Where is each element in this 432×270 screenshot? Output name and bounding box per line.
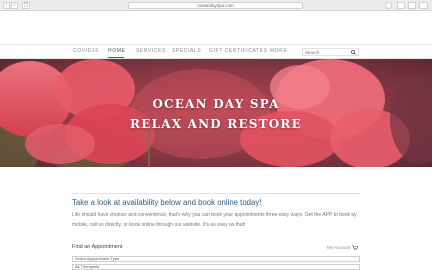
nav-item-covid19[interactable]: COVID19	[73, 48, 99, 54]
therapist-select[interactable]: All Therapists	[72, 264, 360, 270]
new-tab-icon[interactable]	[419, 2, 428, 9]
main-navigation: COVID19 HOME SERVICES SPECIALS GIFT CERT…	[0, 44, 432, 59]
search-input[interactable]	[305, 49, 349, 55]
nav-item-specials[interactable]: SPECIALS	[172, 48, 201, 54]
info-icon[interactable]	[385, 2, 392, 9]
address-bar[interactable]: oceandayspa.com	[128, 2, 303, 9]
share-icon[interactable]	[397, 2, 405, 9]
poppy-flowers-image	[0, 59, 432, 167]
section-divider	[72, 193, 360, 194]
hero-subtitle: RELAX AND RESTORE	[130, 117, 302, 131]
back-button[interactable]: ‹	[3, 2, 10, 9]
hero-banner: OCEAN DAY SPA RELAX AND RESTORE	[0, 59, 432, 167]
cart-icon[interactable]	[352, 245, 358, 250]
nav-item-services[interactable]: SERVICES	[136, 48, 166, 54]
appointment-type-select[interactable]: Select Appointment Type	[72, 256, 360, 262]
search-icon[interactable]	[351, 50, 356, 55]
sidebar-toggle-button[interactable]: ▢	[22, 2, 30, 9]
tabs-icon[interactable]	[408, 2, 416, 9]
nav-item-gift-certificates[interactable]: GIFT CERTIFICATES	[209, 48, 268, 54]
browser-toolbar: ‹ › ▢ oceandayspa.com	[0, 0, 432, 11]
nav-item-more[interactable]: MORE	[270, 48, 287, 54]
search-box[interactable]	[302, 48, 359, 56]
booking-description: Life should have choices and convenience…	[72, 212, 357, 228]
hero-title: OCEAN DAY SPA	[152, 97, 280, 111]
booking-headline: Take a look at availability below and bo…	[72, 198, 262, 207]
active-nav-underline	[108, 57, 124, 58]
nav-item-home[interactable]: HOME	[108, 48, 125, 54]
find-appointment-heading: Find an Appointment	[72, 244, 123, 250]
forward-button[interactable]: ›	[11, 2, 18, 9]
my-account-link[interactable]: My Account	[327, 245, 350, 250]
site-header	[0, 11, 432, 44]
